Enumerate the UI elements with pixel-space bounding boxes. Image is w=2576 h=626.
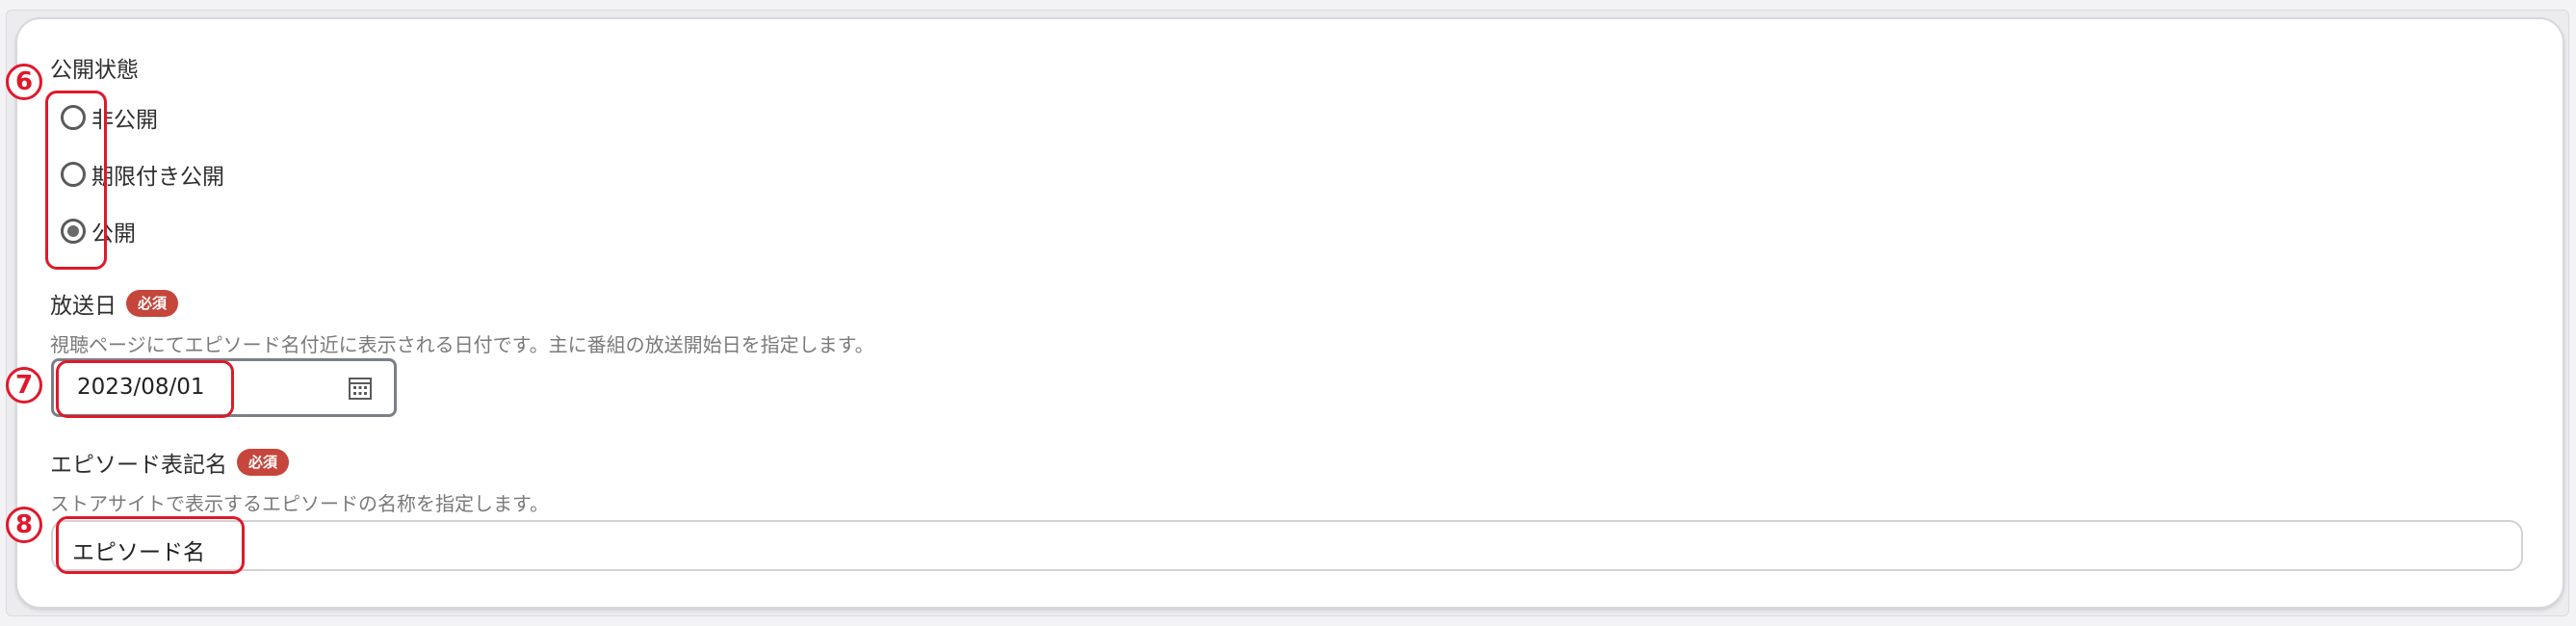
episode-name-label-text: エピソード表記名 xyxy=(50,453,227,478)
required-badge: 必須 xyxy=(126,290,179,317)
radio-label-private: 非公開 xyxy=(91,108,158,133)
radio-circle-limited[interactable] xyxy=(61,162,86,187)
episode-name-label: エピソード表記名 必須 xyxy=(50,446,290,479)
annotation-marker-8: 8 xyxy=(6,507,42,543)
visibility-label: 公開状態 xyxy=(50,58,139,83)
annotation-marker-6: 6 xyxy=(6,64,42,100)
broadcast-date-value[interactable]: 2023/08/01 xyxy=(77,375,205,400)
radio-public[interactable]: 公開 xyxy=(61,215,136,248)
required-badge: 必須 xyxy=(237,449,290,476)
episode-name-value[interactable]: エピソード名 xyxy=(72,534,205,566)
calendar-icon[interactable] xyxy=(348,376,373,401)
broadcast-date-input[interactable]: 2023/08/01 xyxy=(51,358,397,417)
episode-name-helper: ストアサイトで表示するエピソードの名称を指定します。 xyxy=(50,492,549,515)
radio-circle-private[interactable] xyxy=(61,105,86,130)
radio-label-public: 公開 xyxy=(91,222,136,247)
radio-circle-public[interactable] xyxy=(61,219,86,244)
annotation-marker-7: 7 xyxy=(6,367,42,404)
broadcast-date-helper: 視聴ページにてエピソード名付近に表示される日付です。主に番組の放送開始日を指定し… xyxy=(50,333,874,356)
radio-limited[interactable]: 期限付き公開 xyxy=(61,158,224,191)
radio-label-limited: 期限付き公開 xyxy=(91,165,224,190)
broadcast-date-label: 放送日 必須 xyxy=(50,287,179,320)
radio-private[interactable]: 非公開 xyxy=(61,101,158,134)
broadcast-date-label-text: 放送日 xyxy=(50,294,117,319)
episode-name-input[interactable]: エピソード名 xyxy=(51,520,2523,571)
